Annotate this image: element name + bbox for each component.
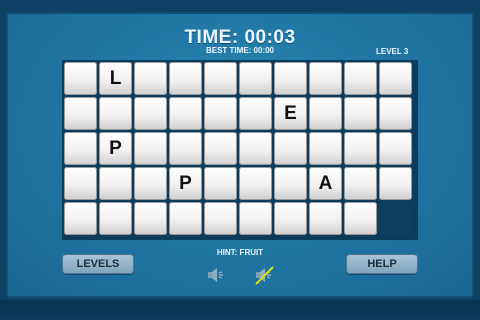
bottom-bar	[0, 300, 480, 320]
tile[interactable]	[239, 62, 272, 95]
tile[interactable]	[64, 167, 97, 200]
tile[interactable]	[274, 202, 307, 235]
tile[interactable]	[274, 167, 307, 200]
tile[interactable]	[309, 62, 342, 95]
tile[interactable]	[309, 97, 342, 130]
tile-grid: L E P P A	[62, 60, 418, 240]
tile[interactable]	[379, 97, 412, 130]
tile[interactable]	[99, 167, 132, 200]
letter-tile[interactable]: P	[99, 132, 132, 165]
tile[interactable]	[204, 167, 237, 200]
tile[interactable]	[99, 97, 132, 130]
tile[interactable]	[379, 167, 412, 200]
tile[interactable]	[239, 132, 272, 165]
tile[interactable]	[239, 202, 272, 235]
tile[interactable]	[344, 132, 377, 165]
tile[interactable]	[134, 97, 167, 130]
tile[interactable]	[274, 62, 307, 95]
tile[interactable]	[169, 202, 202, 235]
tile[interactable]	[379, 62, 412, 95]
tile[interactable]	[64, 202, 97, 235]
level-indicator: LEVEL 3	[376, 47, 409, 56]
letter-tile[interactable]: A	[309, 167, 342, 200]
tile[interactable]	[344, 62, 377, 95]
tile[interactable]	[169, 62, 202, 95]
letter-tile[interactable]: L	[99, 62, 132, 95]
tile[interactable]	[169, 97, 202, 130]
speaker-icon[interactable]	[205, 264, 227, 286]
tile[interactable]	[204, 97, 237, 130]
help-button[interactable]: HELP	[346, 254, 418, 274]
tile[interactable]	[344, 97, 377, 130]
tile[interactable]	[134, 167, 167, 200]
music-muted-icon[interactable]	[253, 264, 275, 286]
tile[interactable]	[169, 132, 202, 165]
tile[interactable]	[99, 202, 132, 235]
letter-tile[interactable]: E	[274, 97, 307, 130]
tile[interactable]	[239, 167, 272, 200]
tile[interactable]	[204, 132, 237, 165]
empty-slot	[379, 202, 412, 235]
tile[interactable]	[344, 202, 377, 235]
tile[interactable]	[239, 97, 272, 130]
tile[interactable]	[274, 132, 307, 165]
tile[interactable]	[64, 62, 97, 95]
tile[interactable]	[134, 132, 167, 165]
tile[interactable]	[379, 132, 412, 165]
tile[interactable]	[134, 202, 167, 235]
letter-tile[interactable]: P	[169, 167, 202, 200]
tile[interactable]	[64, 132, 97, 165]
levels-button[interactable]: LEVELS	[62, 254, 134, 274]
tile[interactable]	[204, 202, 237, 235]
tile[interactable]	[309, 132, 342, 165]
tile[interactable]	[204, 62, 237, 95]
tile[interactable]	[344, 167, 377, 200]
tile[interactable]	[134, 62, 167, 95]
tile[interactable]	[64, 97, 97, 130]
tile[interactable]	[309, 202, 342, 235]
